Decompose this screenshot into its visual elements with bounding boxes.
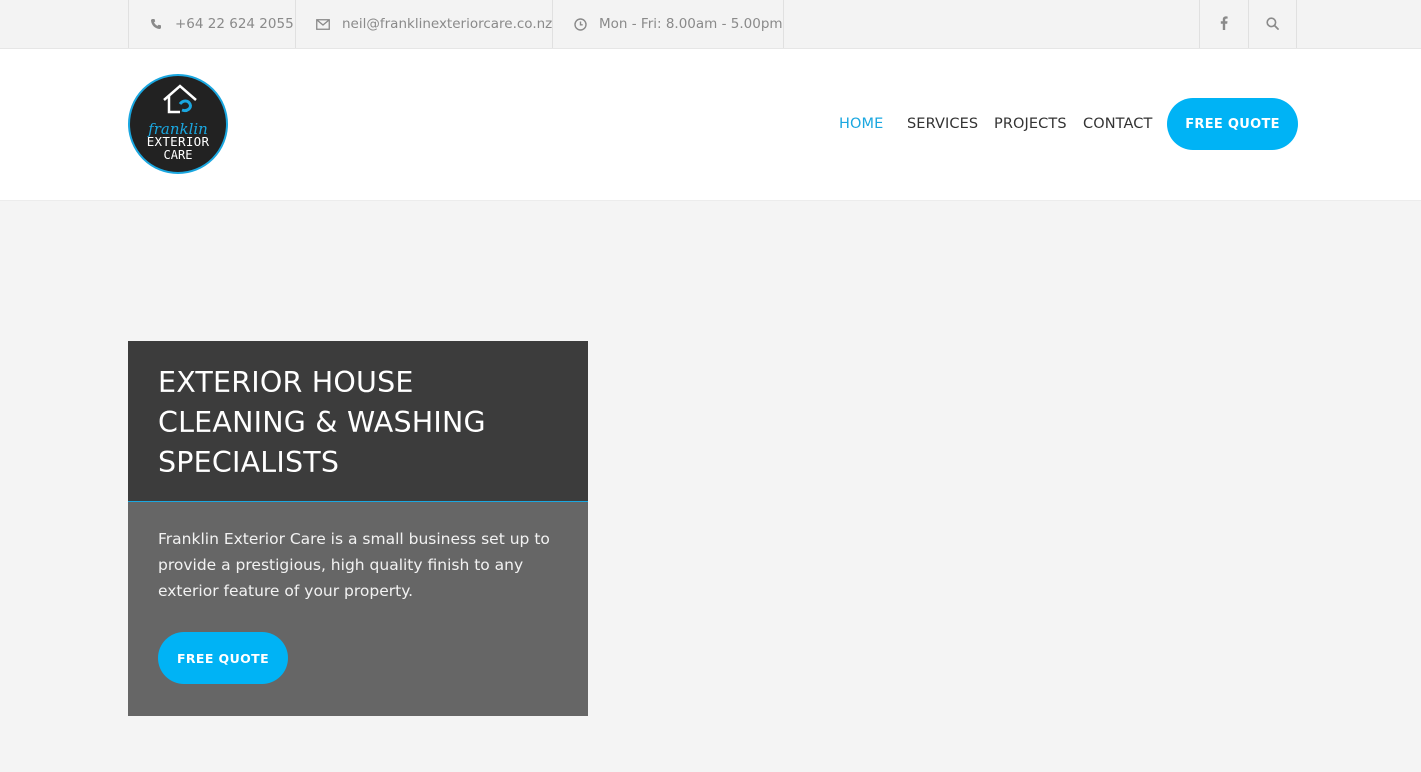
nav-item-services[interactable]: SERVICES <box>907 116 978 132</box>
clock-icon <box>573 17 587 31</box>
phone-contact[interactable]: +64 22 624 2055 <box>128 0 296 48</box>
hours-text: Mon - Fri: 8.00am - 5.00pm <box>599 16 783 32</box>
email-address: neil@franklinexteriorcare.co.nz <box>342 16 553 32</box>
search-button[interactable] <box>1248 0 1297 48</box>
nav-item-projects[interactable]: PROJECTS <box>994 116 1067 132</box>
top-info-bar: +64 22 624 2055 neil@franklinexteriorcar… <box>0 0 1421 49</box>
nav-item-home[interactable]: HOME <box>839 116 883 132</box>
hero-description: Franklin Exterior Care is a small busine… <box>158 530 550 600</box>
hero-content-panel: Franklin Exterior Care is a small busine… <box>128 502 588 716</box>
phone-icon <box>149 17 163 31</box>
phone-number: +64 22 624 2055 <box>175 16 294 32</box>
house-logo-icon <box>163 84 197 114</box>
facebook-icon <box>1220 15 1228 34</box>
search-icon <box>1266 15 1279 34</box>
logo-text-line1: EXTERIOR <box>146 134 210 149</box>
nav-item-contact[interactable]: CONTACT <box>1083 116 1152 132</box>
facebook-link[interactable] <box>1199 0 1248 48</box>
hero-title-panel: EXTERIOR HOUSE CLEANING & WASHING SPECIA… <box>128 341 588 502</box>
hero-title: EXTERIOR HOUSE CLEANING & WASHING SPECIA… <box>158 366 486 479</box>
logo-text-line2: CARE <box>163 148 193 162</box>
site-logo[interactable]: franklin EXTERIOR CARE <box>128 74 228 174</box>
hero-free-quote-button[interactable]: FREE QUOTE <box>158 632 288 684</box>
email-contact[interactable]: neil@franklinexteriorcare.co.nz <box>295 0 553 48</box>
envelope-icon <box>316 17 330 31</box>
opening-hours: Mon - Fri: 8.00am - 5.00pm <box>552 0 784 48</box>
header-free-quote-button[interactable]: FREE QUOTE <box>1167 98 1298 150</box>
